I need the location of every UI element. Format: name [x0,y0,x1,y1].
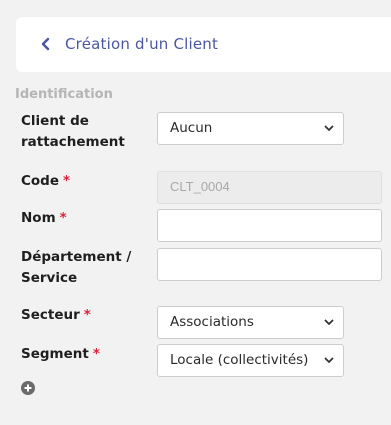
required-marker: * [59,210,67,226]
code-value: CLT_0004 [170,179,230,194]
nom-label: Nom * [21,210,67,226]
code-label: Code * [21,173,71,189]
segment-label: Segment * [21,346,100,362]
required-marker: * [63,173,71,189]
section-title: Identification [15,87,113,102]
departement-input[interactable] [157,248,382,281]
secteur-value: Associations [170,314,254,330]
plus-circle-icon[interactable] [21,381,35,395]
client-rattachement-value: Aucun [170,120,213,136]
nom-input[interactable] [157,209,382,242]
segment-value: Locale (collectivités) [170,352,309,368]
client-rattachement-select[interactable]: Aucun [157,112,344,145]
departement-label: Département / Service [21,249,132,286]
chevron-down-icon [324,125,334,131]
chevron-down-icon [324,319,334,325]
client-rattachement-label: Client de rattachement [21,113,125,150]
page-header: Création d'un Client [16,17,391,72]
chevron-down-icon [324,357,334,363]
secteur-select[interactable]: Associations [157,306,344,339]
page-title: Création d'un Client [65,35,219,53]
required-marker: * [92,346,100,362]
secteur-label: Secteur * [21,307,91,323]
code-field: CLT_0004 [157,171,382,204]
chevron-left-icon[interactable] [40,36,52,52]
segment-select[interactable]: Locale (collectivités) [157,344,344,377]
required-marker: * [83,307,91,323]
